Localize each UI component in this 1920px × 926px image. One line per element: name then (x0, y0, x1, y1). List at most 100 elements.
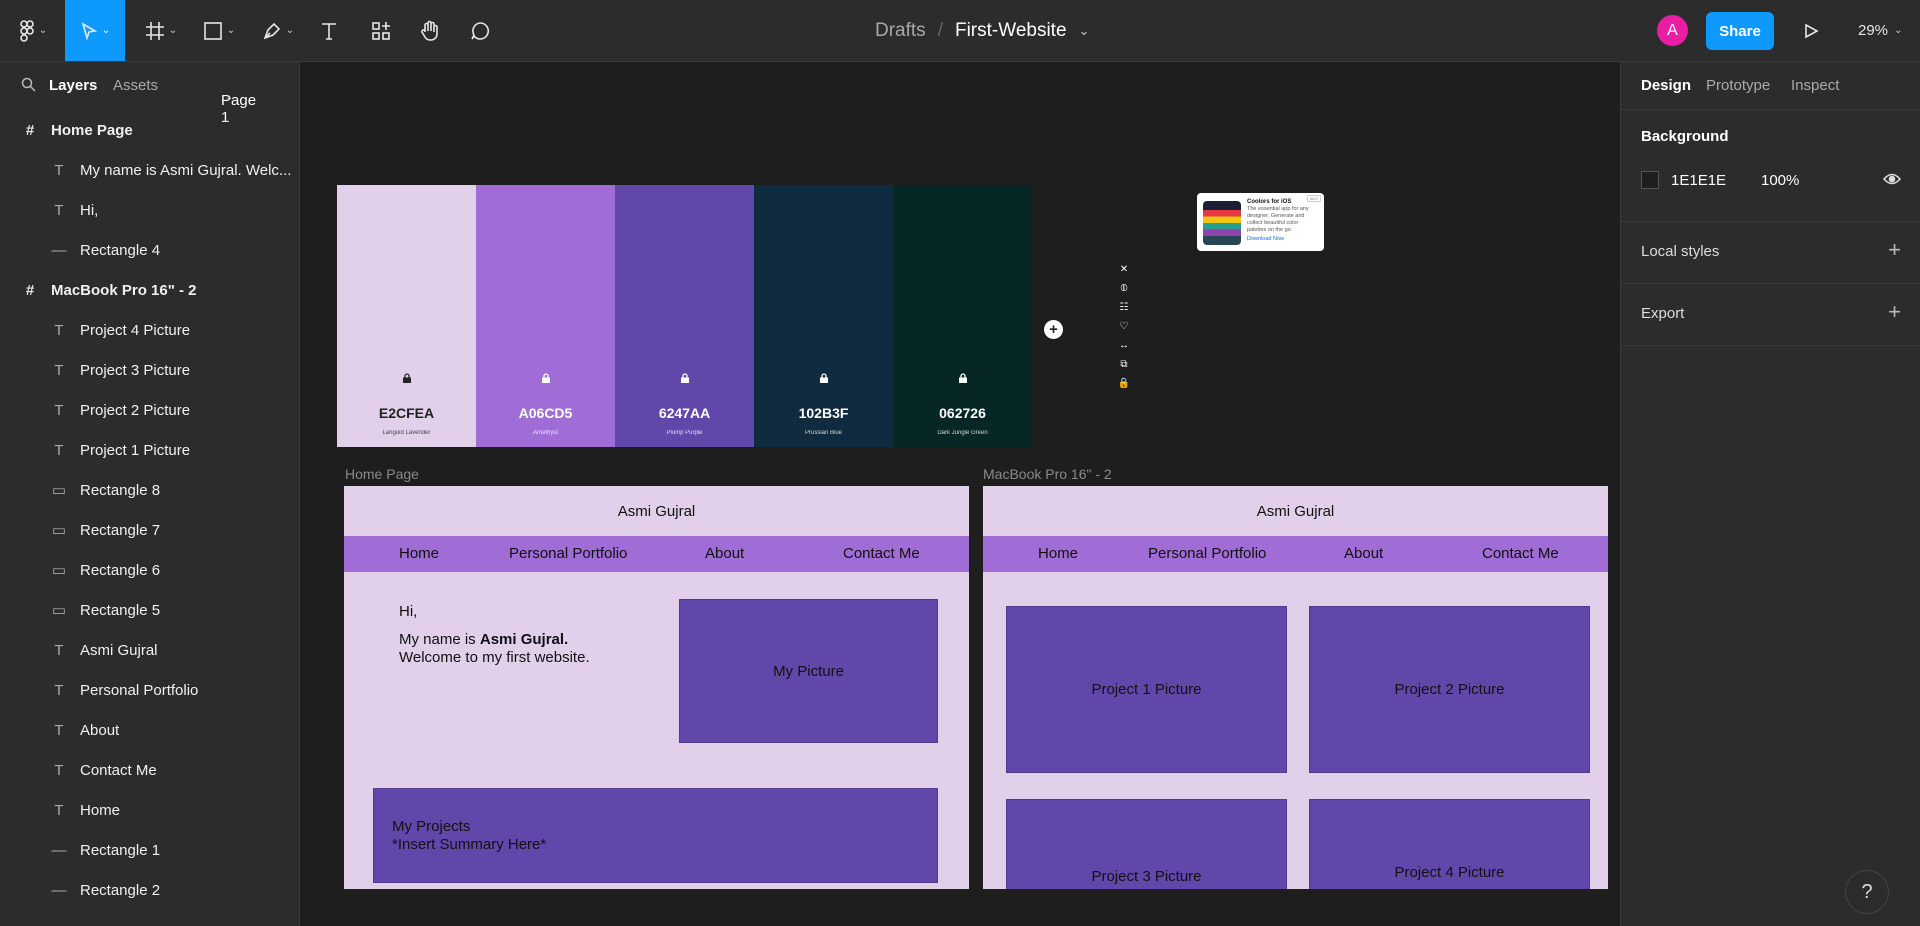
project-3-label: Project 3 Picture (1091, 868, 1202, 885)
frame-icon (145, 21, 164, 40)
ad-link[interactable]: Download Now (1247, 236, 1284, 242)
nav-portfolio[interactable]: Personal Portfolio (509, 545, 627, 562)
share-button[interactable]: Share (1706, 12, 1774, 50)
layer-item[interactable]: — Rectangle 2 (0, 870, 299, 910)
file-name[interactable]: First-Website (955, 20, 1067, 42)
present-button[interactable] (1798, 0, 1824, 61)
tab-design[interactable]: Design (1641, 77, 1691, 94)
text-tool-button[interactable] (312, 0, 346, 61)
move-tool-button[interactable]: ⌄ (65, 0, 125, 61)
lock-icon[interactable] (541, 373, 551, 383)
add-style-icon[interactable]: + (1888, 239, 1901, 261)
tab-inspect[interactable]: Inspect (1791, 77, 1839, 94)
text-layer-icon: T (54, 441, 64, 459)
my-picture-label: My Picture (773, 662, 844, 680)
play-icon (1805, 23, 1819, 38)
shades-icon[interactable]: ☷ (1116, 298, 1132, 317)
background-color-swatch[interactable] (1641, 171, 1659, 189)
swatch-hex[interactable]: 6247AA (615, 405, 754, 421)
layer-item[interactable]: T My name is Asmi Gujral. Welc... (0, 150, 299, 190)
ad-banner[interactable]: Coolors for iOS The essential app for an… (1197, 193, 1324, 251)
layer-item[interactable]: T Project 3 Picture (0, 350, 299, 390)
frame-tool-button[interactable]: ⌄ (137, 0, 185, 61)
layer-item[interactable]: T Home (0, 790, 299, 830)
layer-label: Project 2 Picture (80, 401, 191, 419)
lock-icon[interactable] (819, 373, 829, 383)
background-hex-input[interactable]: 1E1E1E (1671, 172, 1726, 189)
nav-home[interactable]: Home (1038, 545, 1078, 562)
layer-item[interactable]: ▭ Rectangle 7 (0, 510, 299, 550)
pen-tool-button[interactable]: ⌄ (254, 0, 302, 61)
resources-button[interactable] (364, 0, 398, 61)
nav-portfolio[interactable]: Personal Portfolio (1148, 545, 1266, 562)
breadcrumb-folder[interactable]: Drafts (875, 20, 926, 42)
heart-icon[interactable]: ♡ (1116, 317, 1132, 336)
layer-item[interactable]: ▭ Rectangle 6 (0, 550, 299, 590)
site-title: Asmi Gujral (1256, 503, 1335, 520)
layer-item[interactable]: ▭ Rectangle 8 (0, 470, 299, 510)
layer-item[interactable]: T Personal Portfolio (0, 670, 299, 710)
frame-icon: # (25, 281, 35, 299)
home-page-frame[interactable]: Asmi Gujral Home Personal Portfolio Abou… (344, 486, 969, 889)
lock-icon[interactable]: 🔒 (1116, 374, 1132, 393)
frame-label-macbook[interactable]: MacBook Pro 16" - 2 (983, 466, 1112, 482)
nav-about[interactable]: About (705, 545, 744, 562)
color-swatch[interactable]: E2CFEA Languid Lavender (337, 185, 476, 447)
comment-tool-button[interactable] (463, 0, 497, 61)
chevron-down-icon[interactable]: ⌄ (1079, 23, 1090, 39)
tab-layers[interactable]: Layers (49, 77, 97, 94)
layer-item[interactable]: — Rectangle 1 (0, 830, 299, 870)
nav-about[interactable]: About (1344, 545, 1383, 562)
project-1-box: Project 1 Picture (1006, 606, 1287, 773)
swatch-hex[interactable]: 062726 (893, 405, 1032, 421)
nav-home[interactable]: Home (399, 545, 439, 562)
close-icon[interactable]: ✕ (1116, 260, 1132, 279)
layer-item[interactable]: ▭ Rectangle 5 (0, 590, 299, 630)
lock-icon[interactable] (680, 373, 690, 383)
help-button[interactable]: ? (1845, 870, 1889, 914)
layer-item[interactable]: T About (0, 710, 299, 750)
tab-assets[interactable]: Assets (113, 77, 158, 94)
hand-tool-button[interactable] (413, 0, 447, 61)
macbook-frame[interactable]: Asmi Gujral Home Personal Portfolio Abou… (983, 486, 1608, 889)
layer-item[interactable]: # MacBook Pro 16" - 2 (0, 270, 299, 310)
ad-phone-image (1203, 201, 1241, 245)
swatch-hex[interactable]: A06CD5 (476, 405, 615, 421)
avatar[interactable]: A (1657, 15, 1688, 46)
frame-label-home[interactable]: Home Page (345, 466, 419, 482)
color-swatch[interactable]: 062726 Dark Jungle Green (893, 185, 1032, 447)
swatch-hex[interactable]: 102B3F (754, 405, 893, 421)
project-4-box: Project 4 Picture (1309, 799, 1590, 889)
layer-label: Rectangle 2 (80, 881, 161, 899)
color-swatch[interactable]: 102B3F Prussian Blue (754, 185, 893, 447)
nav-contact[interactable]: Contact Me (1482, 545, 1559, 562)
canvas[interactable]: E2CFEA Languid Lavender A06CD5 Amethyst 6247… (301, 62, 1619, 926)
drag-icon[interactable]: ↔ (1116, 336, 1132, 355)
main-menu-button[interactable]: ⌄ (12, 0, 54, 61)
zoom-dropdown[interactable]: 29% ⌄ (1858, 0, 1902, 61)
copy-icon[interactable]: ⧉ (1116, 355, 1132, 374)
layer-item[interactable]: T Hi, (0, 190, 299, 230)
add-color-button[interactable]: + (1044, 320, 1063, 339)
shape-tool-button[interactable]: ⌄ (195, 0, 243, 61)
layer-item[interactable]: — Rectangle 4 (0, 230, 299, 270)
layer-item[interactable]: T Project 1 Picture (0, 430, 299, 470)
layer-item[interactable]: # Home Page (0, 110, 299, 150)
nav-contact[interactable]: Contact Me (843, 545, 920, 562)
eye-icon[interactable] (1882, 172, 1902, 191)
layer-item[interactable]: T Asmi Gujral (0, 630, 299, 670)
layer-item[interactable]: T Project 4 Picture (0, 310, 299, 350)
layer-item[interactable]: T Project 2 Picture (0, 390, 299, 430)
layer-item[interactable]: T Contact Me (0, 750, 299, 790)
color-swatch[interactable]: A06CD5 Amethyst (476, 185, 615, 447)
search-icon[interactable] (21, 77, 36, 96)
projects-summary: *Insert Summary Here* (392, 835, 547, 853)
swatch-hex[interactable]: E2CFEA (337, 405, 476, 421)
contrast-icon[interactable]: ⦶ (1116, 279, 1132, 298)
lock-icon[interactable] (402, 373, 412, 383)
color-swatch[interactable]: 6247AA Plump Purple (615, 185, 754, 447)
lock-icon[interactable] (958, 373, 968, 383)
add-export-icon[interactable]: + (1888, 301, 1901, 323)
background-opacity-input[interactable]: 100% (1761, 172, 1799, 189)
tab-prototype[interactable]: Prototype (1706, 77, 1770, 94)
